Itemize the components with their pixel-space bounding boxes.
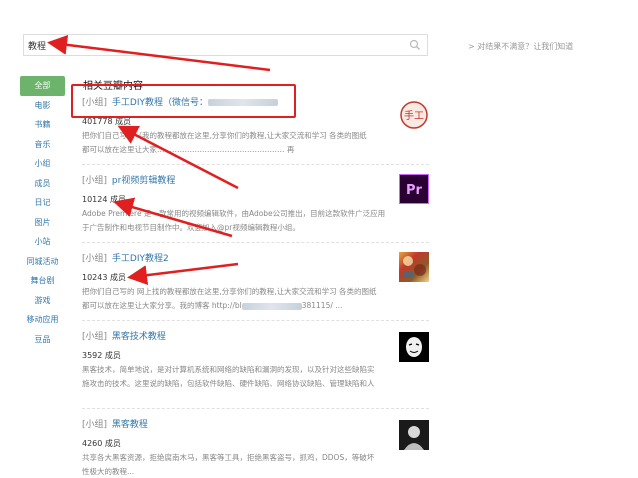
group-thumbnail[interactable] (399, 420, 429, 450)
result-title-link[interactable]: pr视频剪辑教程 (112, 176, 175, 186)
result-description-tail: 381115/ ... (301, 301, 343, 310)
group-thumbnail[interactable]: Pr (399, 174, 429, 204)
nav-item-movie[interactable]: 电影 (20, 96, 65, 116)
nav-item-book[interactable]: 书籍 (20, 115, 65, 135)
nav-item-drama[interactable]: 舞台剧 (20, 271, 65, 291)
thumb-text: 手工 (404, 109, 424, 122)
result-description: 于广告制作和电视节目制作中。欢迎加入@pr视频编辑教程小组。 (82, 223, 300, 232)
result-type: [小组] (82, 176, 108, 186)
result-description: 共享各大黑客资源，拒绝腐南木马，黑客等工具，拒绝黑客盗号，抓鸡，DDOS，等破坏 (82, 453, 375, 462)
result-type: [小组] (82, 254, 108, 264)
result-title-link[interactable]: 手工DIY教程2 (112, 254, 169, 264)
nav-item-game[interactable]: 游戏 (20, 291, 65, 311)
nav-item-event[interactable]: 同城活动 (20, 252, 65, 272)
result-description: 把你们自己写的（我的教程都放在这里,分享你们的教程,让大家交流和学习 各类的图纸 (82, 131, 367, 140)
result-title-link[interactable]: 手工DIY教程（微信号： (112, 98, 208, 108)
result-item: [小组] 黑客技术教程 3592 成员 黑客技术，简单地说，是对计算机系统和网络… (82, 330, 429, 409)
nav-item-diary[interactable]: 日记 (20, 193, 65, 213)
result-item: [小组] pr视频剪辑教程 10124 成员 Adobe Premiere 是一… (82, 174, 429, 243)
result-type: [小组] (82, 98, 108, 108)
group-thumbnail[interactable] (399, 332, 429, 362)
result-description: 都可以放在这里让大家…………………………………………… 再 (82, 145, 295, 154)
feedback-link[interactable]: > 对结果不满意？让我们知道 (468, 41, 573, 52)
member-count: 401778 成员 (82, 117, 132, 126)
result-item: [小组] 手工DIY教程2 10243 成员 把你们自己写的 网上找的教程都放在… (82, 252, 429, 321)
result-item: [小组] 手工DIY教程（微信号： 401778 成员 把你们自己写的（我的教程… (82, 96, 429, 165)
hacker-portrait-icon (404, 426, 424, 450)
thumb-text: Pr (406, 183, 423, 198)
group-thumbnail[interactable] (399, 252, 429, 282)
result-description: 把你们自己写的 网上找的教程都放在这里,分享你们的教程,让大家交流和学习 各类的… (82, 287, 377, 296)
result-description: 都可以放在这里让大家分享。我的博客 http://bl (82, 301, 242, 310)
section-title: 相关豆瓣内容 (83, 81, 143, 92)
category-nav: 全部 电影 书籍 音乐 小组 成员 日记 图片 小站 同城活动 舞台剧 游戏 移… (20, 76, 65, 349)
blurred-text (208, 99, 278, 106)
result-description: Adobe Premiere 是一款常用的视频编辑软件，由Adobe公司推出，目… (82, 209, 386, 218)
anonymous-mask-icon (406, 337, 422, 357)
nav-item-group[interactable]: 小组 (20, 154, 65, 174)
nav-item-music[interactable]: 音乐 (20, 135, 65, 155)
handicraft-logo-icon: 手工 (400, 101, 428, 129)
search-box[interactable] (23, 34, 428, 56)
search-icon[interactable] (409, 39, 421, 51)
result-title-link[interactable]: 黑客教程 (112, 420, 148, 430)
member-count: 3592 成员 (82, 351, 121, 360)
nav-item-all[interactable]: 全部 (20, 76, 65, 96)
nav-item-app[interactable]: 移动应用 (20, 310, 65, 330)
nav-item-photo[interactable]: 图片 (20, 213, 65, 233)
result-description: 施攻击的技术。这里说的缺陷，包括软件缺陷、硬件缺陷、网络协议缺陷、管理缺陷和人 (82, 379, 375, 388)
craft-photo-icon (403, 256, 426, 278)
result-description: 性极大的教程... (82, 467, 135, 476)
member-count: 4260 成员 (82, 439, 121, 448)
group-thumbnail[interactable]: 手工 (399, 100, 429, 130)
nav-item-doupin[interactable]: 豆品 (20, 330, 65, 350)
nav-item-site[interactable]: 小站 (20, 232, 65, 252)
premiere-pro-icon: Pr (406, 183, 423, 198)
blurred-text (241, 302, 302, 310)
result-title-link[interactable]: 黑客技术教程 (112, 332, 166, 342)
search-input[interactable] (28, 38, 398, 52)
result-item: [小组] 黑客教程 4260 成员 共享各大黑客资源，拒绝腐南木马，黑客等工具，… (82, 418, 429, 478)
result-type: [小组] (82, 420, 108, 430)
result-description: 黑客技术，简单地说，是对计算机系统和网络的缺陷和漏洞的发现，以及针对这些缺陷实 (82, 365, 375, 374)
member-count: 10124 成员 (82, 195, 126, 204)
result-type: [小组] (82, 332, 108, 342)
nav-item-member[interactable]: 成员 (20, 174, 65, 194)
member-count: 10243 成员 (82, 273, 126, 282)
